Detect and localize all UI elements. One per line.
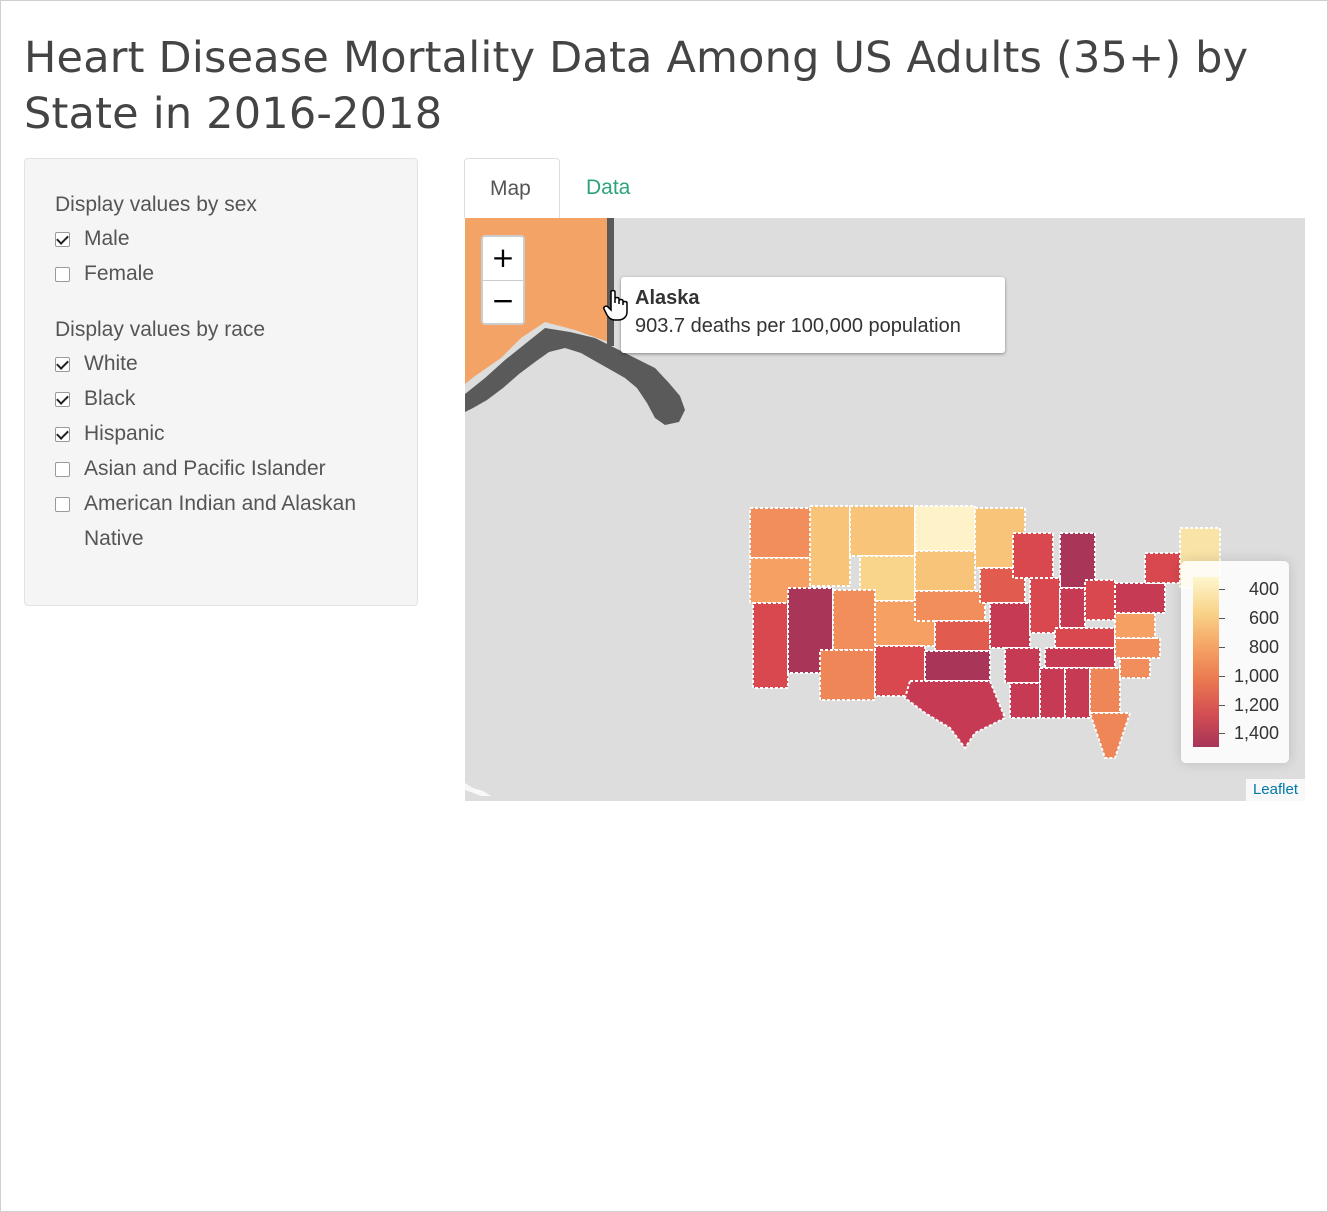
state-utah <box>832 589 876 651</box>
state-oklahoma <box>924 650 991 682</box>
state-louisiana <box>1009 682 1041 719</box>
legend-label: 1,400 <box>1233 723 1279 743</box>
checkbox-female[interactable]: Female <box>55 262 154 291</box>
checkbox-american-indian-alaskan-native-label: American Indian and Alaskan Native <box>84 492 357 550</box>
checkbox-white[interactable]: White <box>55 352 138 381</box>
map-legend: 400 600 800 1,000 1,200 1,400 <box>1181 561 1289 763</box>
checkbox-male-label: Male <box>84 227 130 250</box>
checkbox-female-box[interactable] <box>55 267 70 282</box>
checkbox-black-box[interactable] <box>55 392 70 407</box>
checkbox-american-indian-alaskan-native[interactable]: American Indian and Alaskan Native <box>55 492 384 556</box>
state-georgia <box>1089 667 1121 714</box>
state-virginia <box>1114 612 1156 639</box>
checkbox-white-label: White <box>84 352 138 375</box>
checkbox-asian-pacific-islander[interactable]: Asian and Pacific Islander <box>55 457 326 486</box>
state-north-dakota <box>914 505 976 552</box>
checkbox-hispanic-box[interactable] <box>55 427 70 442</box>
state-nebraska <box>914 590 986 622</box>
checkbox-hispanic[interactable]: Hispanic <box>55 422 165 451</box>
state-pennsylvania <box>1114 582 1166 614</box>
state-ohio <box>1084 579 1116 621</box>
checkbox-female-label: Female <box>84 262 155 285</box>
state-south-carolina <box>1119 657 1151 679</box>
checkbox-american-indian-alaskan-native-box[interactable] <box>55 497 70 512</box>
checkbox-black-label: Black <box>84 387 136 410</box>
checkbox-black[interactable]: Black <box>55 387 135 416</box>
map-view[interactable]: + − Alaska 903.7 deaths per 100,000 popu… <box>465 218 1305 801</box>
zoom-control: + − <box>481 235 525 325</box>
legend-color-bar <box>1193 577 1219 747</box>
race-group-label: Display values by race <box>55 318 266 341</box>
legend-label: 400 <box>1248 579 1279 599</box>
state-kentucky <box>1054 627 1116 649</box>
state-mississippi <box>1039 667 1066 719</box>
state-tennessee <box>1044 647 1116 669</box>
legend-label: 1,200 <box>1233 695 1279 715</box>
checkbox-male-box[interactable] <box>55 232 70 247</box>
page-title: Heart Disease Mortality Data Among US Ad… <box>24 33 1249 139</box>
state-indiana <box>1059 587 1086 629</box>
zoom-out-button[interactable]: − <box>483 280 523 323</box>
hand-pointer-icon <box>603 289 629 327</box>
state-illinois <box>1029 577 1061 634</box>
state-montana <box>849 505 916 557</box>
tab-bar: Map Data <box>464 158 1306 218</box>
tab-map[interactable]: Map <box>464 158 560 218</box>
state-michigan <box>1059 532 1096 589</box>
state-kansas <box>934 620 991 652</box>
leaflet-attribution-link[interactable]: Leaflet <box>1245 779 1305 801</box>
state-tooltip: Alaska 903.7 deaths per 100,000 populati… <box>621 277 1005 353</box>
state-florida <box>1088 712 1132 759</box>
tooltip-title: Alaska <box>635 287 700 309</box>
state-idaho <box>809 505 851 587</box>
island-fragment <box>465 783 491 796</box>
state-arkansas <box>1004 647 1041 684</box>
filter-panel: Display values by sex Male Female Displa… <box>24 158 418 606</box>
state-arizona <box>819 649 876 701</box>
state-california-north <box>752 602 789 689</box>
tab-data[interactable]: Data <box>561 158 655 218</box>
state-north-carolina <box>1114 637 1161 659</box>
checkbox-hispanic-label: Hispanic <box>84 422 165 445</box>
tooltip-text: 903.7 deaths per 100,000 population <box>635 315 961 337</box>
checkbox-male[interactable]: Male <box>55 227 130 256</box>
state-texas <box>903 680 1007 750</box>
state-south-dakota <box>914 550 976 592</box>
state-washington <box>749 507 811 559</box>
legend-label: 600 <box>1248 608 1279 628</box>
zoom-in-button[interactable]: + <box>483 237 523 281</box>
checkbox-asian-pacific-islander-box[interactable] <box>55 462 70 477</box>
checkbox-asian-pacific-islander-label: Asian and Pacific Islander <box>84 457 326 480</box>
legend-label: 800 <box>1248 637 1279 657</box>
checkbox-white-box[interactable] <box>55 357 70 372</box>
state-missouri <box>989 602 1031 649</box>
us-states <box>749 505 1221 759</box>
state-alabama <box>1064 667 1091 719</box>
sex-group-label: Display values by sex <box>55 193 257 216</box>
state-wisconsin <box>1012 532 1054 579</box>
legend-label: 1,000 <box>1233 666 1279 686</box>
